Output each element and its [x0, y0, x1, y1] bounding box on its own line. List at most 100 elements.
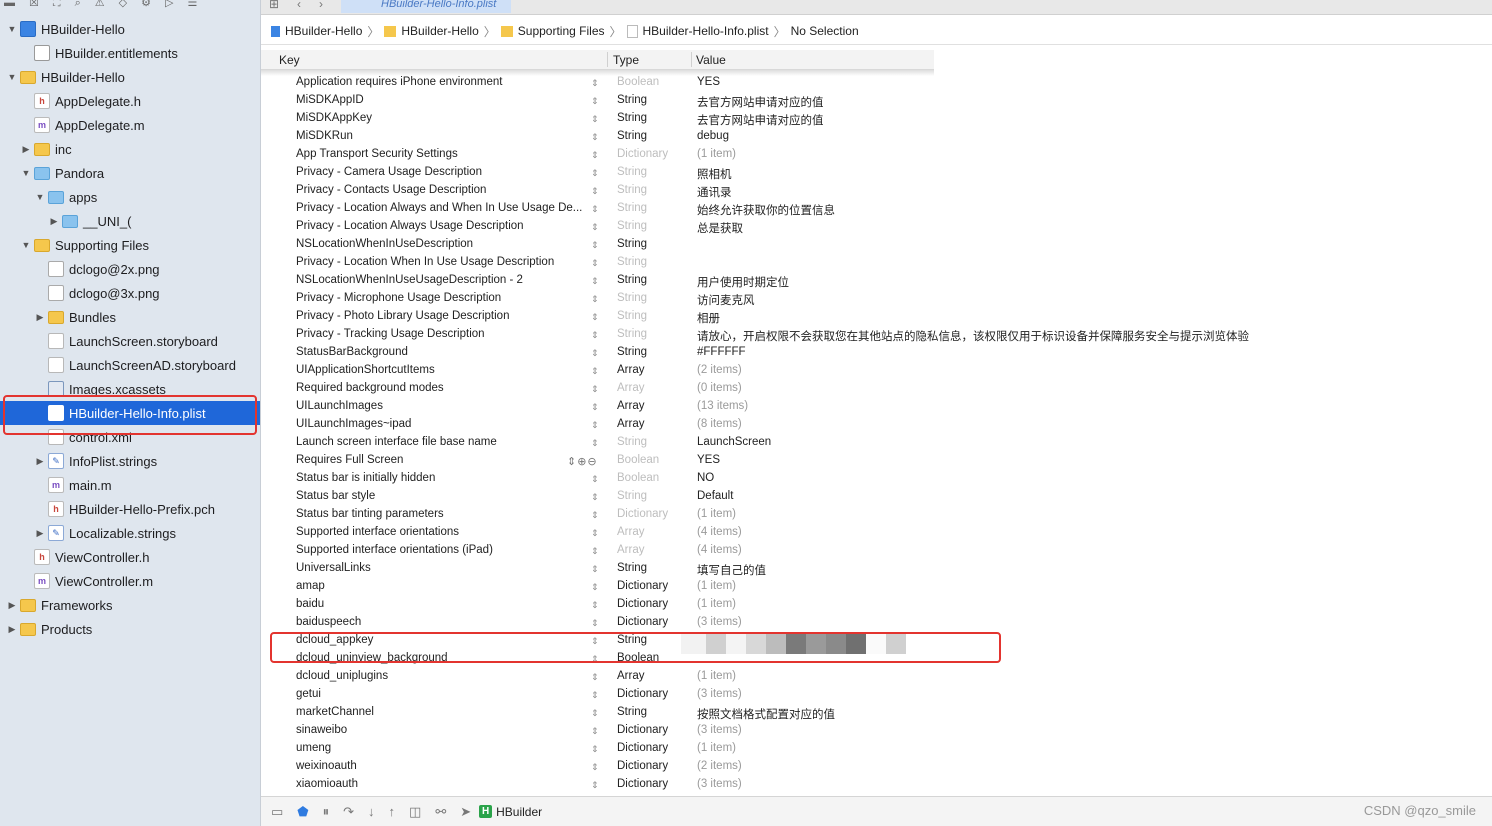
stepper-icon[interactable]: ⇕ — [591, 474, 599, 485]
plist-type[interactable]: String — [617, 130, 647, 142]
plist-row[interactable]: Status bar style ⇕ String Default — [261, 490, 1492, 508]
plist-value[interactable]: 照相机 — [697, 166, 732, 182]
navigator-item[interactable]: dclogo@3x.png — [0, 281, 260, 305]
plist-type[interactable]: Array — [617, 364, 644, 376]
navigator-item[interactable]: ▶ Bundles — [0, 305, 260, 329]
plist-value[interactable]: (13 items) — [697, 400, 748, 412]
plist-row[interactable]: Privacy - Contacts Usage Description ⇕ Str… — [261, 184, 1492, 202]
tab-info-plist[interactable]: HBuilder-Hello-Info.plist — [341, 0, 511, 13]
disclosure-open-icon[interactable]: ▼ — [20, 240, 32, 250]
plist-key[interactable]: Privacy - Tracking Usage Description — [296, 328, 586, 340]
plist-row[interactable]: Privacy - Location Always Usage Descript… — [261, 220, 1492, 238]
plist-type[interactable]: String — [617, 292, 647, 304]
plist-row[interactable]: Supported interface orientations ⇕ Array (4… — [261, 526, 1492, 544]
plist-row[interactable]: UILaunchImages~ipad ⇕ Array (8 items) — [261, 418, 1492, 436]
disclosure-open-icon[interactable]: ▼ — [34, 192, 46, 202]
step-over-icon[interactable]: ↷ — [343, 804, 354, 820]
plist-key[interactable]: NSLocationWhenInUseDescription — [296, 238, 586, 250]
disclosure-closed-icon[interactable]: ▶ — [48, 216, 60, 227]
plist-row[interactable]: StatusBarBackground ⇕ String #FFFFFF — [261, 346, 1492, 364]
plist-type[interactable]: String — [617, 184, 647, 196]
plist-value[interactable]: NO — [697, 472, 714, 484]
stepper-icon[interactable]: ⇕ — [591, 618, 599, 629]
plist-key[interactable]: amap — [296, 580, 586, 592]
disclosure-closed-icon[interactable]: ▶ — [34, 456, 46, 467]
plist-row[interactable]: UniversalLinks ⇕ String 填写自己的值 — [261, 562, 1492, 580]
navigator-item[interactable]: h ViewController.h — [0, 545, 260, 569]
stepper-icon[interactable]: ⇕ — [591, 330, 599, 341]
jumpbar-supporting-files[interactable]: Supporting Files — [500, 24, 605, 38]
navigator-item[interactable]: ▼ Supporting Files — [0, 233, 260, 257]
plist-type[interactable]: String — [617, 562, 647, 574]
navigator-item[interactable]: ▶ Frameworks — [0, 593, 260, 617]
plist-type[interactable]: Boolean — [617, 454, 659, 466]
plist-row[interactable]: Status bar is initially hidden ⇕ Boolean NO — [261, 472, 1492, 490]
plist-type[interactable]: String — [617, 436, 647, 448]
stepper-icon[interactable]: ⇕ — [591, 312, 599, 323]
stepper-icon[interactable]: ⇕ — [591, 78, 599, 89]
plist-value[interactable]: 填写自己的值 — [697, 562, 766, 578]
plist-key[interactable]: weixinoauth — [296, 760, 586, 772]
stepper-icon[interactable]: ⇕ — [591, 222, 599, 233]
plist-type[interactable]: Dictionary — [617, 724, 668, 736]
stepper-icon[interactable]: ⇕ — [591, 168, 599, 179]
plist-value[interactable]: 用户使用时期定位 — [697, 274, 789, 290]
plist-key[interactable]: MiSDKAppID — [296, 94, 586, 106]
navigator-item[interactable]: h HBuilder-Hello-Prefix.pch — [0, 497, 260, 521]
plist-key[interactable]: dcloud_uniplugins — [296, 670, 586, 682]
plist-type[interactable]: String — [617, 112, 647, 124]
plist-value[interactable]: (4 items) — [697, 544, 742, 556]
plist-key[interactable]: getui — [296, 688, 586, 700]
plist-key[interactable]: Supported interface orientations (iPad) — [296, 544, 586, 556]
plist-row[interactable]: Privacy - Microphone Usage Description ⇕ S… — [261, 292, 1492, 310]
plist-key[interactable]: sinaweibo — [296, 724, 586, 736]
plist-row[interactable]: Requires Full Screen ⇕⊕⊖ Boolean YES — [261, 454, 1492, 472]
plist-type[interactable]: String — [617, 490, 647, 502]
plist-key[interactable]: baidu — [296, 598, 586, 610]
plist-value[interactable]: 通讯录 — [697, 184, 732, 200]
plist-value[interactable]: 去官方网站申请对应的值 — [697, 94, 824, 110]
plist-type[interactable]: Dictionary — [617, 778, 668, 790]
plist-key[interactable]: Privacy - Location Always Usage Descript… — [296, 220, 586, 232]
plist-type[interactable]: Array — [617, 400, 644, 412]
plist-key[interactable]: App Transport Security Settings — [296, 148, 586, 160]
navigator-item[interactable]: ▶ ✎ InfoPlist.strings — [0, 449, 260, 473]
plist-type[interactable]: Dictionary — [617, 688, 668, 700]
stepper-icon[interactable]: ⇕ — [591, 132, 599, 143]
stepper-icon[interactable]: ⇕ — [591, 150, 599, 161]
plist-row[interactable]: UILaunchImages ⇕ Array (13 items) — [261, 400, 1492, 418]
plist-key[interactable]: StatusBarBackground — [296, 346, 586, 358]
plist-key[interactable]: UILaunchImages — [296, 400, 586, 412]
symbol-navigator-icon[interactable]: ⛶ — [53, 0, 61, 9]
plist-key[interactable]: NSLocationWhenInUseUsageDescription - 2 — [296, 274, 586, 286]
plist-key[interactable]: marketChannel — [296, 706, 586, 718]
plist-row[interactable]: umeng ⇕ Dictionary (1 item) — [261, 742, 1492, 760]
navigator-item[interactable]: HBuilder.entitlements — [0, 41, 260, 65]
plist-value[interactable]: (2 items) — [697, 760, 742, 772]
plist-row[interactable]: UIApplicationShortcutItems ⇕ Array (2 items… — [261, 364, 1492, 382]
plist-row[interactable]: Privacy - Tracking Usage Description ⇕ Str… — [261, 328, 1492, 346]
stepper-icon[interactable]: ⇕ — [591, 690, 599, 701]
plist-value[interactable]: #FFFFFF — [697, 346, 746, 358]
navigator-item[interactable]: ▼ apps — [0, 185, 260, 209]
navigator-item[interactable]: m AppDelegate.m — [0, 113, 260, 137]
plist-key[interactable]: Status bar is initially hidden — [296, 472, 586, 484]
plist-type[interactable]: Array — [617, 526, 644, 538]
navigator-item[interactable]: dclogo@2x.png — [0, 257, 260, 281]
plist-value[interactable]: (1 item) — [697, 670, 736, 682]
stepper-icon[interactable]: ⇕ — [591, 744, 599, 755]
find-navigator-icon[interactable]: ⌕ — [75, 0, 81, 9]
issue-navigator-icon[interactable]: ⚠ — [95, 0, 105, 9]
plist-key[interactable]: Supported interface orientations — [296, 526, 586, 538]
stepper-icon[interactable]: ⇕ — [591, 114, 599, 125]
stepper-icon[interactable]: ⇕ — [591, 528, 599, 539]
plist-type[interactable]: Array — [617, 544, 644, 556]
plist-value[interactable]: 访问麦克风 — [697, 292, 755, 308]
plist-key[interactable]: Requires Full Screen — [296, 454, 586, 466]
plist-type[interactable]: Dictionary — [617, 580, 668, 592]
stepper-icon[interactable]: ⇕ — [591, 780, 599, 791]
stepper-icon[interactable]: ⇕ — [591, 294, 599, 305]
stepper-icon[interactable]: ⇕ — [591, 402, 599, 413]
plist-key[interactable]: Privacy - Camera Usage Description — [296, 166, 586, 178]
plist-row[interactable]: marketChannel ⇕ String 按照文档格式配置对应的值 — [261, 706, 1492, 724]
